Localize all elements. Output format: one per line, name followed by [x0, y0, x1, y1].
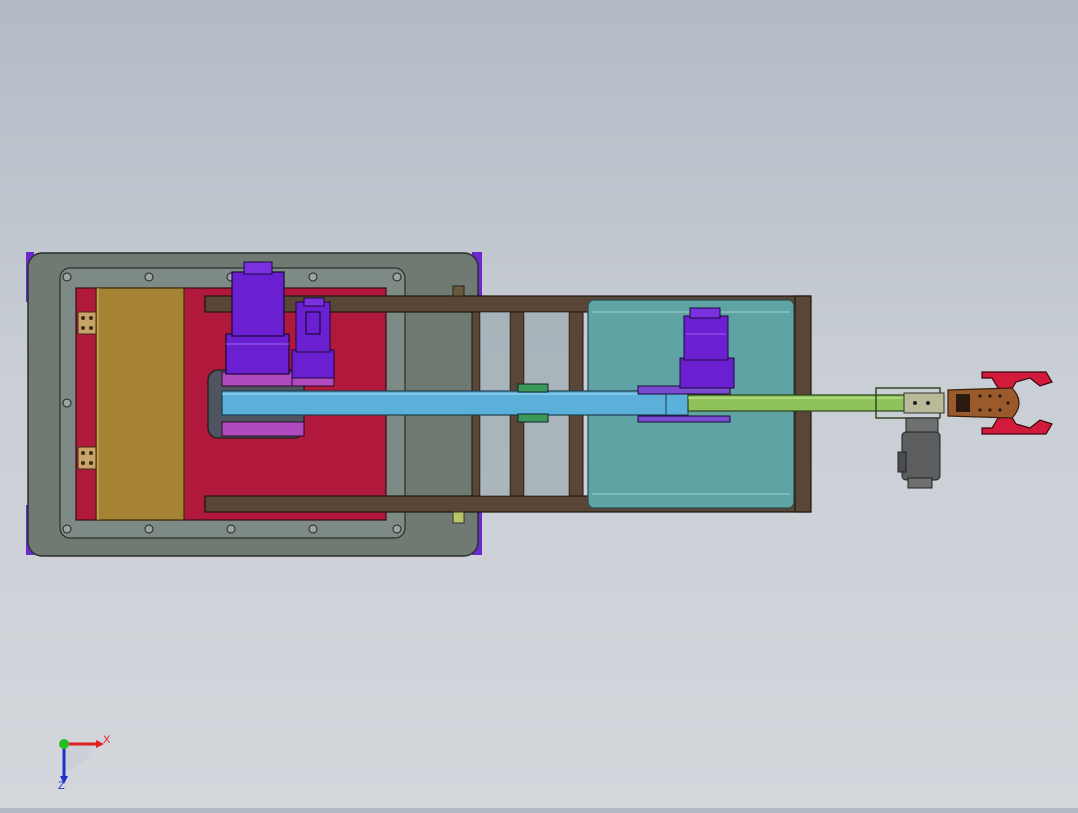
- motor-body: [679, 357, 735, 389]
- secondary-motor[interactable]: [291, 297, 335, 387]
- motor-housing: [295, 301, 331, 353]
- motor-housing: [683, 315, 729, 361]
- gripper[interactable]: [947, 371, 1053, 435]
- motor-flange: [637, 415, 731, 423]
- cad-viewport[interactable]: X Z: [0, 0, 1078, 808]
- wrist-clamp: [903, 392, 945, 414]
- motor-body: [291, 349, 335, 379]
- motor-body: [225, 333, 290, 375]
- wrist-motor[interactable]: [897, 417, 941, 489]
- motor-cap: [243, 261, 273, 275]
- gold-guide-block: [95, 287, 185, 521]
- coupling-ring: [221, 421, 305, 437]
- gripper-actuator: [956, 394, 970, 412]
- arm-joint: [665, 390, 689, 416]
- hinge-bracket: [77, 311, 97, 335]
- motor-housing: [901, 431, 941, 481]
- slider-block: [517, 413, 549, 423]
- z-axis-label: Z: [58, 780, 65, 792]
- x-axis-label: X: [103, 734, 111, 746]
- assembly-drawing: X Z: [26, 252, 1053, 792]
- y-axis-marker: [59, 739, 69, 749]
- fastener: [452, 285, 465, 297]
- coordinate-triad: X Z: [58, 734, 111, 792]
- slider-block: [517, 383, 549, 393]
- motor-housing: [231, 271, 285, 337]
- fastener: [452, 511, 465, 524]
- hinge-bracket: [77, 446, 97, 470]
- primary-arm[interactable]: [221, 390, 669, 416]
- forearm[interactable]: [687, 394, 909, 412]
